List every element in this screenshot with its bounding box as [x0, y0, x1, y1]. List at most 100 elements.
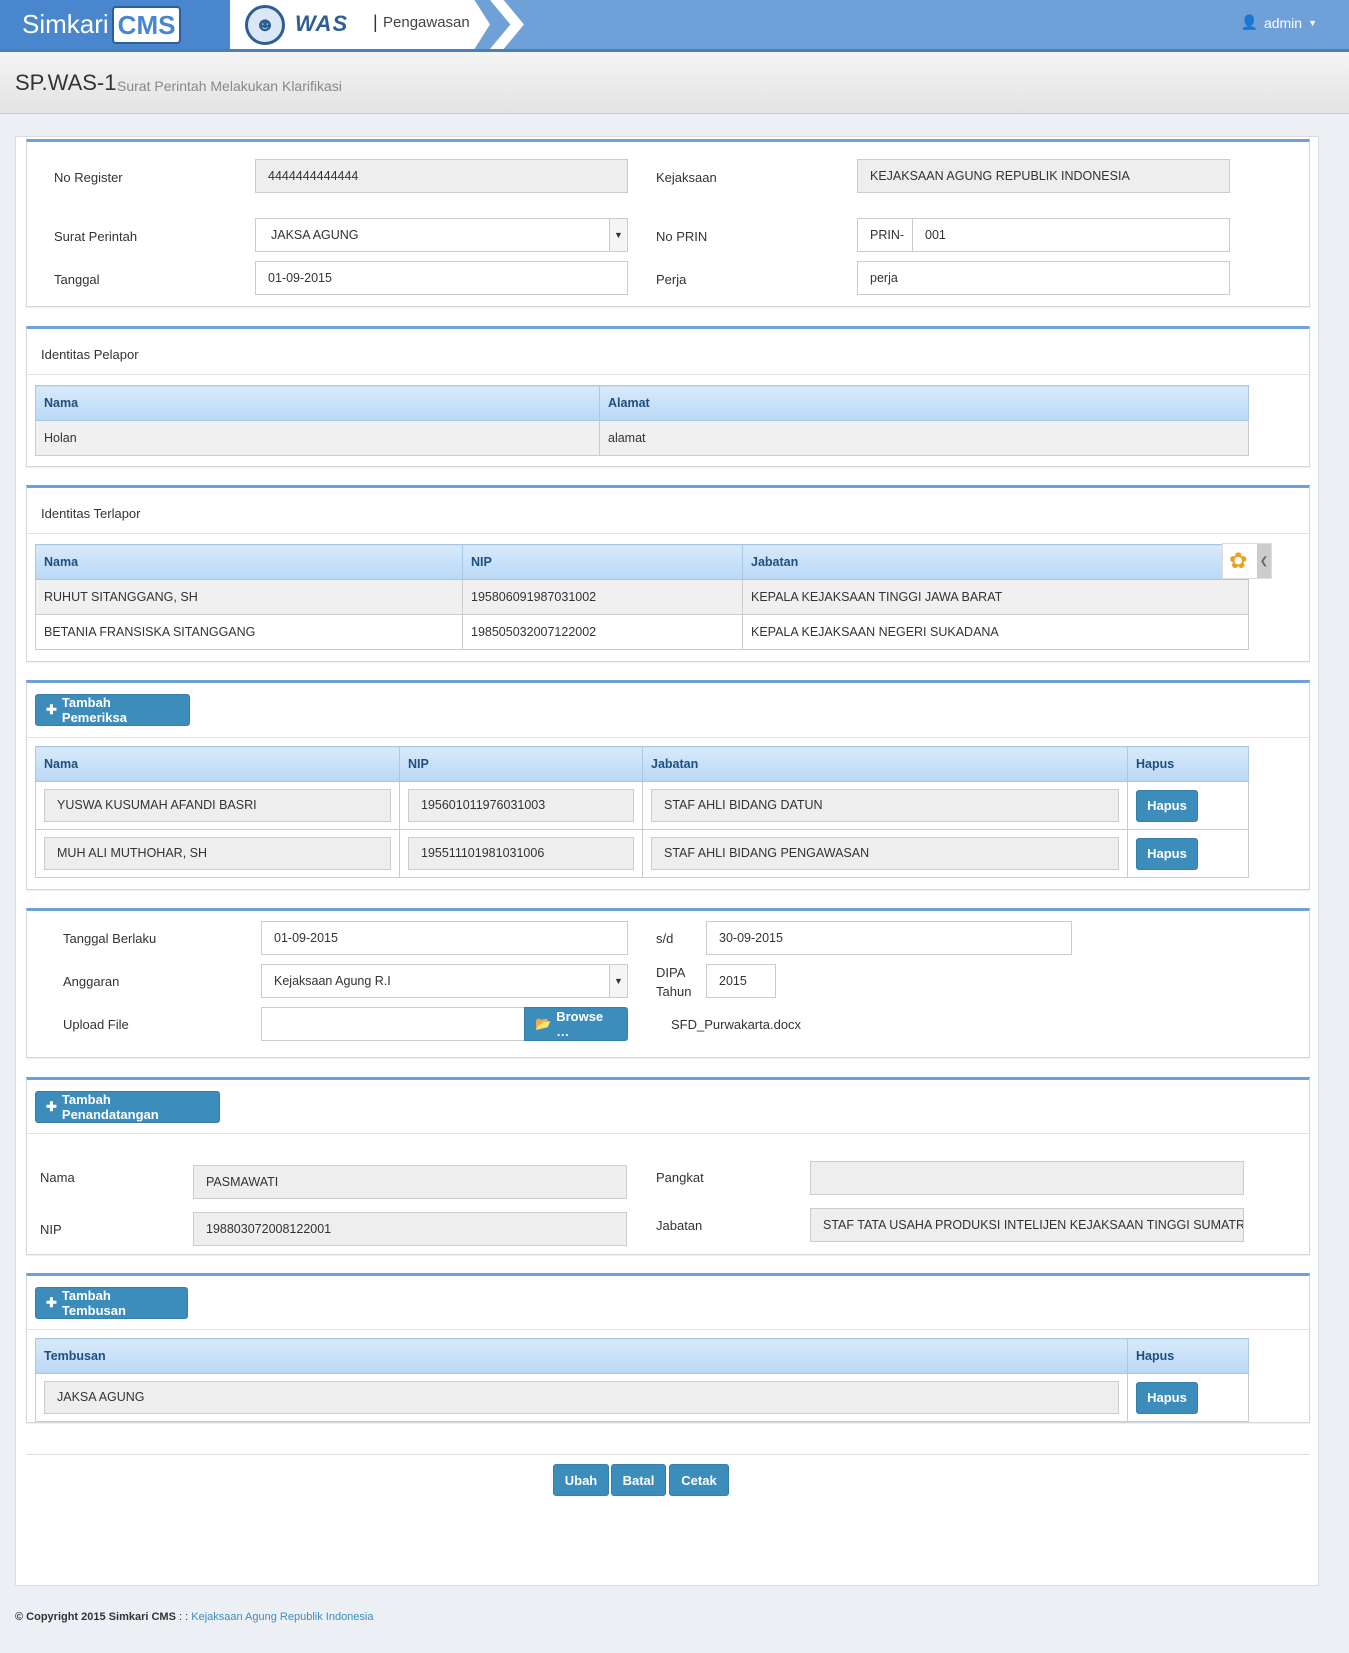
- browse-button[interactable]: 📂 Browse …: [524, 1007, 628, 1041]
- surat-perintah-select[interactable]: JAKSA AGUNG ▼: [255, 218, 628, 252]
- anggaran-label: Anggaran: [63, 974, 120, 989]
- pemeriksa-nip-field[interactable]: 195601011976031003: [408, 789, 634, 822]
- folder-open-icon: 📂: [535, 1016, 552, 1031]
- user-plus-icon: ✚: [46, 1295, 57, 1310]
- sd-field[interactable]: 30-09-2015: [706, 921, 1072, 955]
- jabatan-field[interactable]: STAF TATA USAHA PRODUKSI INTELIJEN KEJAK…: [810, 1208, 1244, 1242]
- pelapor-nama: Holan: [35, 420, 600, 456]
- upload-path-field[interactable]: [261, 1007, 525, 1041]
- footer-link[interactable]: Kejaksaan Agung Republik Indonesia: [191, 1611, 373, 1623]
- dipa-field[interactable]: 2015: [706, 964, 776, 998]
- col-nama: Nama: [35, 746, 400, 782]
- add-pemeriksa-label: Tambah Pemeriksa: [61, 695, 127, 725]
- no-prin-label: No PRIN: [656, 229, 708, 244]
- perja-field[interactable]: perja: [857, 261, 1230, 295]
- pemeriksa-table: Nama NIP Jabatan Hapus YUSWA KUSUMAH AFA…: [35, 746, 1249, 878]
- col-jabatan: Jabatan: [642, 746, 1128, 782]
- kejaksaan-label: Kejaksaan: [656, 170, 717, 185]
- chevron-down-icon: ▼: [609, 219, 627, 251]
- browse-label: Browse …: [556, 1009, 604, 1039]
- tanggal-label: Tanggal: [54, 272, 100, 287]
- pelapor-table: Nama Alamat Holan alamat: [35, 385, 1249, 456]
- cetak-button[interactable]: Cetak: [669, 1464, 729, 1496]
- tanggal-field[interactable]: 01-09-2015: [255, 261, 628, 295]
- user-menu[interactable]: 👤 admin ▼: [1241, 14, 1318, 31]
- add-penandatangan-label: Tambah Penandatangan: [61, 1092, 159, 1122]
- kejaksaan-field[interactable]: KEJAKSAAN AGUNG REPUBLIK INDONESIA: [857, 159, 1230, 193]
- content-box: No Register 4444444444444 Kejaksaan KEJA…: [15, 136, 1319, 1586]
- no-prin-prefix: PRIN-: [857, 218, 913, 252]
- col-jabatan: Jabatan: [742, 544, 1249, 580]
- anggaran-select[interactable]: Kejaksaan Agung R.I ▼: [261, 964, 628, 998]
- add-penandatangan-button[interactable]: ✚ Tambah Penandatangan: [35, 1091, 220, 1123]
- delete-pemeriksa-button[interactable]: Hapus: [1136, 789, 1198, 822]
- was-logo-icon: ☻: [245, 5, 285, 45]
- jabatan-label: Jabatan: [656, 1218, 703, 1233]
- app-logo[interactable]: Simkari CMS: [0, 0, 230, 49]
- berlaku-panel: Tanggal Berlaku 01-09-2015 s/d 30-09-201…: [26, 908, 1310, 1058]
- anggaran-value: Kejaksaan Agung R.I: [274, 974, 391, 988]
- terlapor-panel: Identitas Terlapor Nama NIP Jabatan RUHU…: [26, 485, 1310, 662]
- tanggal-berlaku-field[interactable]: 01-09-2015: [261, 921, 628, 955]
- surat-perintah-value: JAKSA AGUNG: [271, 228, 359, 242]
- pemeriksa-nama-field[interactable]: MUH ALI MUTHOHAR, SH: [44, 837, 391, 870]
- pemeriksa-nip-field[interactable]: 195511101981031006: [408, 837, 634, 870]
- pemeriksa-panel: ✚ Tambah Pemeriksa Nama NIP Jabatan Hapu…: [26, 680, 1310, 890]
- delete-pemeriksa-button[interactable]: Hapus: [1136, 837, 1198, 870]
- user-icon: 👤: [1240, 14, 1258, 30]
- divider: [26, 1454, 1310, 1455]
- uploaded-file-name[interactable]: SFD_Purwakarta.docx: [671, 1017, 801, 1032]
- add-tembusan-button[interactable]: ✚ Tambah Tembusan: [35, 1287, 188, 1319]
- pangkat-label: Pangkat: [656, 1170, 704, 1185]
- pemeriksa-heading: [27, 683, 1309, 738]
- perja-label: Perja: [656, 272, 687, 287]
- table-row: MUH ALI MUTHOHAR, SH 195511101981031006 …: [35, 829, 1249, 878]
- add-tembusan-label: Tambah Tembusan: [61, 1288, 126, 1318]
- add-pemeriksa-button[interactable]: ✚ Tambah Pemeriksa: [35, 694, 190, 726]
- yii-logo-icon: ✿: [1229, 548, 1248, 573]
- terlapor-heading: Identitas Terlapor: [27, 488, 1309, 534]
- tembusan-table: Tembusan Hapus JAKSA AGUNG Hapus: [35, 1338, 1249, 1422]
- footer: © Copyright 2015 Simkari CMS : : Kejaksa…: [15, 1611, 373, 1623]
- pemeriksa-nama-field[interactable]: YUSWA KUSUMAH AFANDI BASRI: [44, 789, 391, 822]
- col-nip: NIP: [399, 746, 643, 782]
- tembusan-field[interactable]: JAKSA AGUNG: [44, 1381, 1119, 1414]
- penandatangan-nama-field[interactable]: PASMAWATI: [193, 1165, 627, 1199]
- pemeriksa-jabatan-field[interactable]: STAF AHLI BIDANG PENGAWASAN: [651, 837, 1119, 870]
- no-prin-field[interactable]: 001: [912, 218, 1230, 252]
- table-row: YUSWA KUSUMAH AFANDI BASRI 1956010119760…: [35, 781, 1249, 830]
- terlapor-nama: RUHUT SITANGGANG, SH: [35, 579, 463, 615]
- penandatangan-panel: ✚ Tambah Penandatangan Nama PASMAWATI Pa…: [26, 1077, 1310, 1255]
- pelapor-panel: Identitas Pelapor Nama Alamat Holan alam…: [26, 326, 1310, 467]
- pelapor-heading: Identitas Pelapor: [27, 329, 1309, 375]
- dipa-label-line1: DIPA: [656, 965, 686, 980]
- terlapor-nip: 198505032007122002: [462, 614, 743, 650]
- logo-word: Simkari: [22, 9, 109, 39]
- module-separator: |: [373, 12, 378, 32]
- ubah-button[interactable]: Ubah: [553, 1464, 609, 1496]
- user-plus-icon: ✚: [46, 702, 57, 717]
- col-nip: NIP: [462, 544, 743, 580]
- pangkat-field[interactable]: [810, 1161, 1244, 1195]
- table-row: Holan alamat: [35, 420, 1249, 456]
- upload-label: Upload File: [63, 1017, 129, 1032]
- terlapor-jabatan: KEPALA KEJAKSAAN NEGERI SUKADANA: [742, 614, 1249, 650]
- batal-button[interactable]: Batal: [611, 1464, 666, 1496]
- tembusan-heading: [27, 1276, 1309, 1330]
- pemeriksa-jabatan-field[interactable]: STAF AHLI BIDANG DATUN: [651, 789, 1119, 822]
- table-row: BETANIA FRANSISKA SITANGGANG 19850503200…: [35, 614, 1249, 650]
- tanggal-berlaku-label: Tanggal Berlaku: [63, 931, 157, 946]
- table-row: JAKSA AGUNG Hapus: [35, 1373, 1249, 1422]
- no-register-label: No Register: [54, 170, 123, 185]
- no-register-field[interactable]: 4444444444444: [255, 159, 628, 193]
- page-header: SP.WAS-1 Surat Perintah Melakukan Klarif…: [0, 52, 1349, 114]
- terlapor-nama: BETANIA FRANSISKA SITANGGANG: [35, 614, 463, 650]
- terlapor-jabatan: KEPALA KEJAKSAAN TINGGI JAWA BARAT: [742, 579, 1249, 615]
- debug-toolbar-toggle[interactable]: ✿ ❮: [1222, 543, 1272, 579]
- delete-tembusan-button[interactable]: Hapus: [1136, 1381, 1198, 1414]
- penandatangan-nip-label: NIP: [40, 1222, 62, 1237]
- col-hapus: Hapus: [1127, 746, 1249, 782]
- col-tembusan: Tembusan: [35, 1338, 1128, 1374]
- user-plus-icon: ✚: [46, 1099, 57, 1114]
- penandatangan-nip-field[interactable]: 198803072008122001: [193, 1212, 627, 1246]
